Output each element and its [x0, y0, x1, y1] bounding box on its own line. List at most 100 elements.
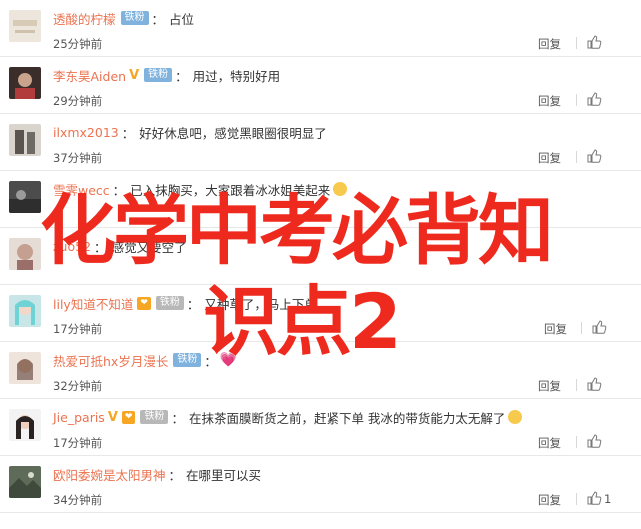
comment-text: 在抹茶面膜断货之前，赶紧下单 我冰的带货能力太无解了: [188, 410, 506, 426]
avatar-image: [9, 466, 41, 498]
avatar-image: [9, 295, 41, 327]
avatar-image: [9, 409, 41, 441]
emoji-icon: [333, 182, 348, 196]
colon: ：: [171, 410, 184, 426]
comment-item: zuo52 ： 感觉又要空了: [0, 228, 641, 285]
username-link[interactable]: 雪霁wecc: [53, 180, 110, 199]
reply-button[interactable]: 回复: [538, 36, 561, 52]
comment-line: zuo52 ： 感觉又要空了: [53, 237, 613, 255]
username-link[interactable]: 透酸的柠檬: [53, 9, 116, 28]
comment-text: 在哪里可以买: [186, 467, 262, 483]
colon: ：: [204, 353, 217, 369]
colon: ：: [186, 296, 200, 312]
avatar-image: [9, 67, 41, 99]
comment-time: 34分钟前: [53, 493, 103, 507]
divider: [576, 379, 577, 391]
avatar[interactable]: [9, 295, 41, 327]
comment-text: 已入抹胸买，大家跟着冰冰姐美起来: [130, 182, 331, 198]
comment-item: 透酸的柠檬 铁粉 ： 占位 25分钟前 回复: [0, 0, 641, 57]
like-thumb-icon[interactable]: [586, 91, 602, 107]
colon: ：: [168, 467, 182, 483]
heart-emoji-icon: 💗: [219, 352, 238, 368]
username-link[interactable]: Jie_paris: [53, 410, 105, 425]
divider: [576, 436, 577, 448]
comment-line: Jie_paris V ❤ 铁粉 ： 在抹茶面膜断货之前，赶紧下单 我冰的带货能…: [53, 408, 613, 426]
divider: [576, 37, 577, 49]
divider: [576, 151, 577, 163]
fan-badge[interactable]: 铁粉: [155, 296, 184, 310]
like-thumb-icon[interactable]: [586, 34, 602, 50]
like-thumb-icon[interactable]: [586, 490, 602, 506]
like-thumb-icon[interactable]: [586, 376, 602, 392]
fan-badge[interactable]: 铁粉: [140, 410, 169, 424]
comment-item: Jie_paris V ❤ 铁粉 ： 在抹茶面膜断货之前，赶紧下单 我冰的带货能…: [0, 399, 641, 456]
comment-item: lily知道不知道 ❤ 铁粉 ： 又种草了，马上下单 17分钟前 回复: [0, 285, 641, 342]
reply-button[interactable]: 回复: [538, 93, 561, 109]
comment-line: 李东昊Aiden V 铁粉 ： 用过，特别好用: [53, 66, 613, 84]
comment-time: 25分钟前: [53, 37, 103, 51]
comment-item: 热爱可抵hx岁月漫长 铁粉 ： 💗 32分钟前 回复: [0, 342, 641, 399]
avatar-image: [9, 124, 41, 156]
username-link[interactable]: 热爱可抵hx岁月漫长: [53, 351, 168, 370]
avatar[interactable]: [9, 238, 41, 270]
username-link[interactable]: 李东昊Aiden: [53, 66, 126, 85]
avatar[interactable]: [9, 124, 41, 156]
comment-line: 透酸的柠檬 铁粉 ： 占位: [53, 9, 613, 27]
username-link[interactable]: 欧阳委婉是太阳男神: [53, 465, 166, 484]
avatar-image: [9, 238, 41, 270]
colon: ：: [94, 239, 107, 255]
reply-button[interactable]: 回复: [538, 150, 561, 166]
verified-v-icon: V: [129, 67, 140, 83]
like-thumb-icon[interactable]: [586, 148, 602, 164]
username-link[interactable]: zuo52: [53, 239, 91, 254]
reply-button[interactable]: 回复: [544, 321, 567, 337]
avatar-image: [9, 181, 41, 213]
comment-time: 17分钟前: [53, 436, 103, 450]
comment-text: 感觉又要空了: [111, 239, 187, 255]
like-count: 1: [604, 492, 612, 506]
comment-item: 雪霁wecc ： 已入抹胸买，大家跟着冰冰姐美起来: [0, 171, 641, 228]
avatar[interactable]: [9, 67, 41, 99]
avatar-image: [9, 10, 41, 42]
verified-v-icon: V: [107, 409, 118, 425]
vip-badge-icon: ❤: [121, 410, 136, 424]
colon: ：: [175, 68, 188, 84]
colon: ：: [121, 125, 135, 141]
comment-time: 17分钟前: [53, 322, 103, 336]
comment-text: 用过，特别好用: [192, 68, 281, 84]
avatar[interactable]: [9, 10, 41, 42]
divider: [576, 94, 577, 106]
colon: ：: [151, 11, 165, 27]
divider: [581, 322, 582, 334]
comment-item: 欧阳委婉是太阳男神 ： 在哪里可以买 34分钟前 回复 1: [0, 456, 641, 513]
comment-text: 好好休息吧，感觉黑眼圈很明显了: [139, 125, 327, 141]
comment-item: ilxmx2013 ： 好好休息吧，感觉黑眼圈很明显了 37分钟前 回复: [0, 114, 641, 171]
comment-line: lily知道不知道 ❤ 铁粉 ： 又种草了，马上下单: [53, 294, 613, 312]
comment-time: 37分钟前: [53, 151, 103, 165]
fan-badge[interactable]: 铁粉: [144, 68, 173, 82]
username-link[interactable]: ilxmx2013: [53, 125, 119, 140]
comment-line: 热爱可抵hx岁月漫长 铁粉 ： 💗: [53, 351, 613, 369]
avatar[interactable]: [9, 466, 41, 498]
comment-line: 欧阳委婉是太阳男神 ： 在哪里可以买: [53, 465, 613, 483]
like-thumb-icon[interactable]: [586, 433, 602, 449]
colon: ：: [112, 182, 126, 198]
like-thumb-icon[interactable]: [591, 319, 607, 335]
reply-button[interactable]: 回复: [538, 435, 561, 451]
fan-badge[interactable]: 铁粉: [120, 11, 149, 25]
comment-line: ilxmx2013 ： 好好休息吧，感觉黑眼圈很明显了: [53, 123, 613, 141]
reply-button[interactable]: 回复: [538, 492, 561, 508]
avatar[interactable]: [9, 181, 41, 213]
comment-time: 29分钟前: [53, 94, 103, 108]
reply-button[interactable]: 回复: [538, 378, 561, 394]
avatar-image: [9, 352, 41, 384]
comment-text: 占位: [169, 11, 195, 27]
username-link[interactable]: lily知道不知道: [53, 294, 133, 313]
comment-line: 雪霁wecc ： 已入抹胸买，大家跟着冰冰姐美起来: [53, 180, 613, 198]
vip-badge-icon: ❤: [137, 296, 151, 310]
avatar[interactable]: [9, 409, 41, 441]
emoji-icon: [508, 410, 523, 424]
avatar[interactable]: [9, 352, 41, 384]
comment-item: 李东昊Aiden V 铁粉 ： 用过，特别好用 29分钟前 回复: [0, 57, 641, 114]
fan-badge[interactable]: 铁粉: [173, 353, 202, 367]
